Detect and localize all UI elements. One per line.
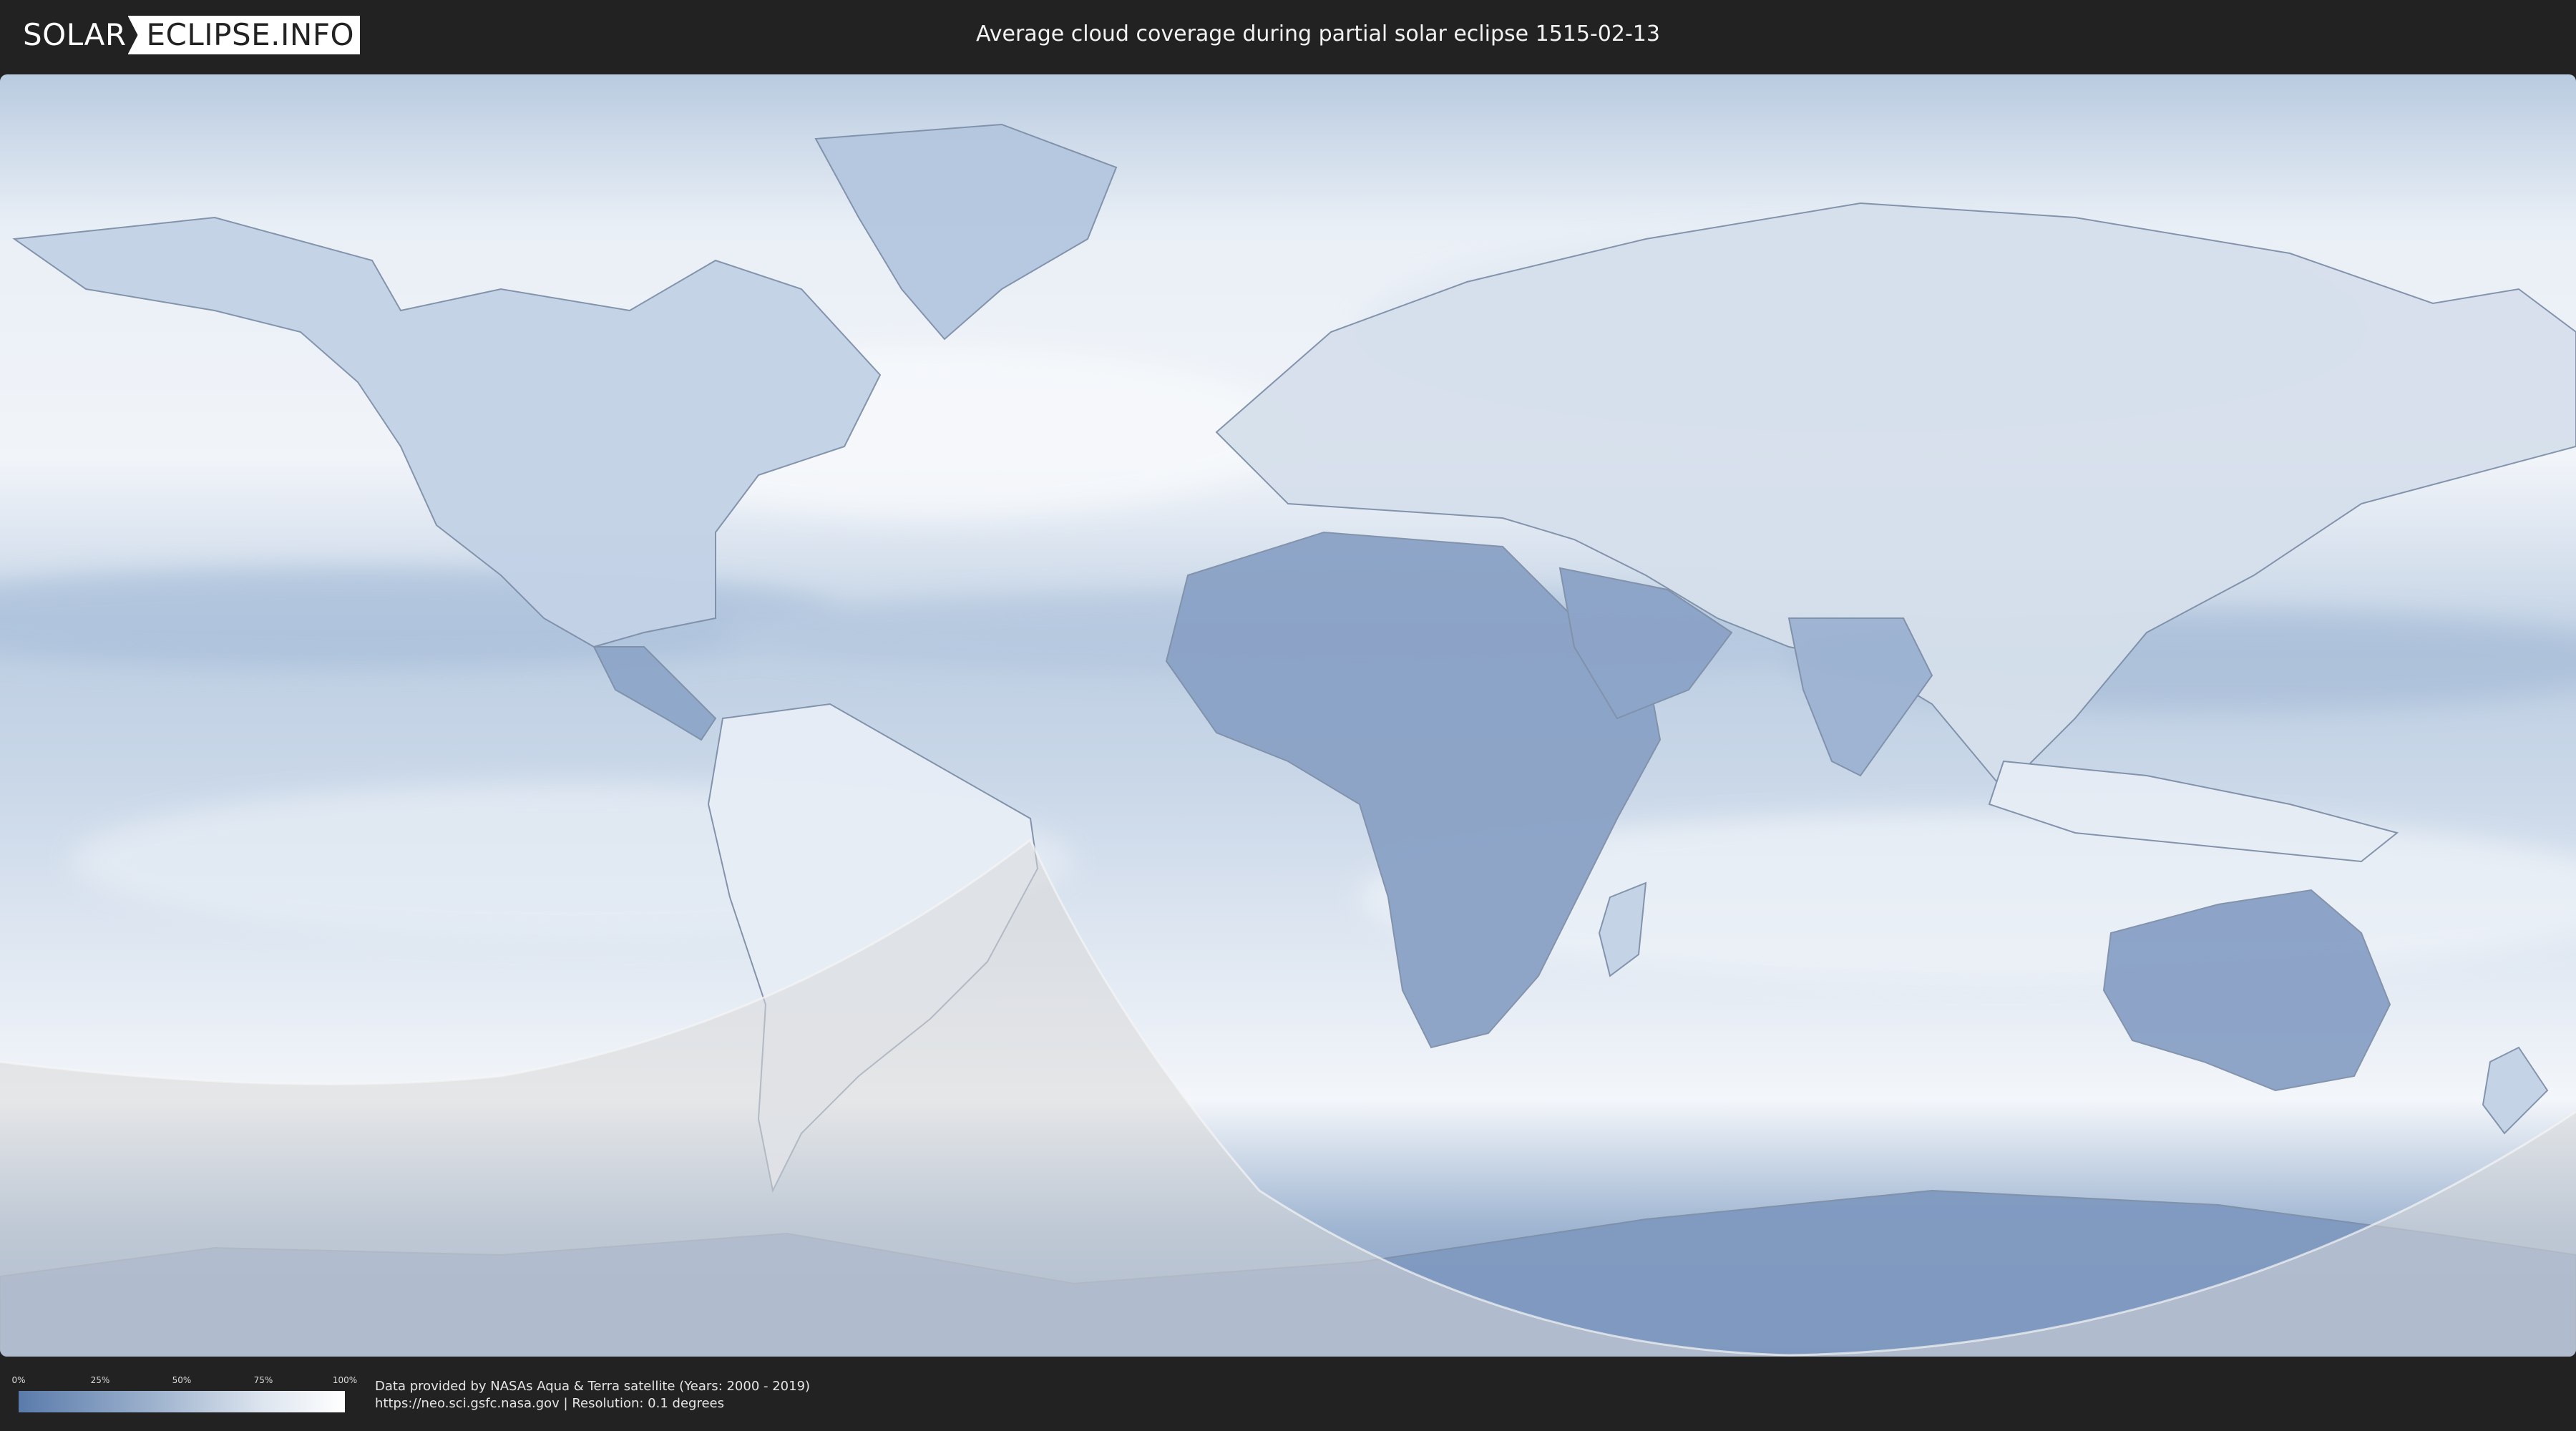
legend-tick-75: 75% xyxy=(253,1375,273,1385)
footer-bar: 0% 25% 50% 75% 100% Data provided by NAS… xyxy=(0,1359,2576,1431)
credit-line-source: Data provided by NASAs Aqua & Terra sate… xyxy=(375,1379,811,1394)
legend-tick-0: 0% xyxy=(11,1375,26,1385)
logo-text-solar: SOLAR xyxy=(23,17,127,52)
data-credit: Data provided by NASAs Aqua & Terra sate… xyxy=(375,1378,810,1412)
legend-gradient-bar xyxy=(19,1391,345,1412)
legend-tick-100: 100% xyxy=(332,1375,358,1385)
cloud-coverage-legend: 0% 25% 50% 75% 100% xyxy=(11,1375,357,1415)
logo-text-eclipse-info: ECLIPSE.INFO xyxy=(127,16,361,54)
legend-tick-25: 25% xyxy=(90,1375,110,1385)
site-logo[interactable]: SOLAR ECLIPSE.INFO xyxy=(23,16,361,54)
header-bar: SOLAR ECLIPSE.INFO Average cloud coverag… xyxy=(0,0,2576,72)
world-map-canvas xyxy=(0,74,2576,1357)
legend-tick-50: 50% xyxy=(172,1375,192,1385)
page-title: Average cloud coverage during partial so… xyxy=(976,21,1660,47)
cloud-coverage-map xyxy=(0,74,2576,1357)
credit-line-url[interactable]: https://neo.sci.gsfc.nasa.gov | Resoluti… xyxy=(375,1395,810,1412)
